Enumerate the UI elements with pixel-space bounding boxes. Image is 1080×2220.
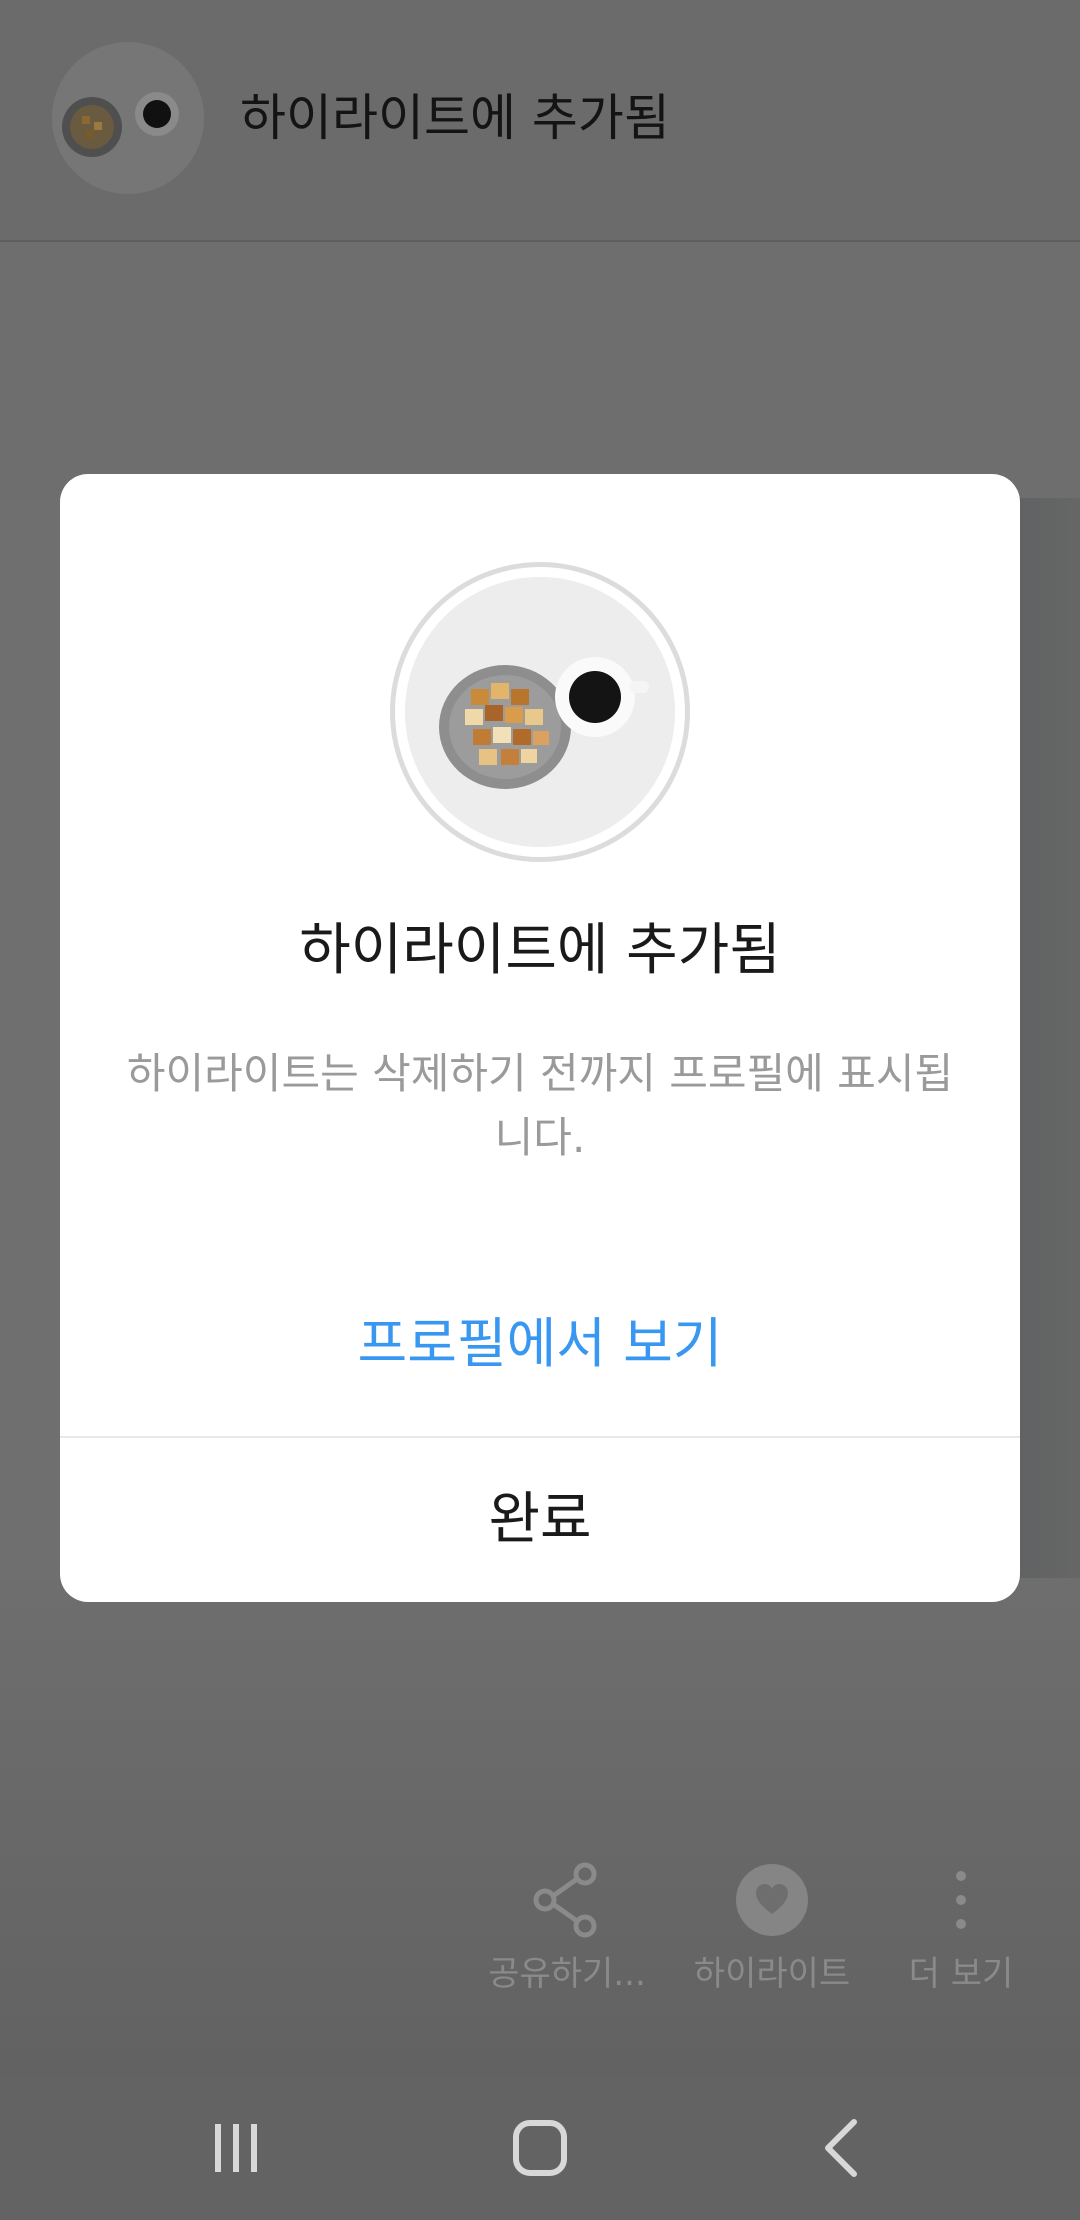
food-photo-thumbnail — [52, 42, 204, 194]
dialog-avatar — [405, 577, 675, 847]
highlight-added-dialog: 하이라이트에 추가됨 하이라이트는 삭제하기 전까지 프로필에 표시됩니다. 프… — [60, 474, 1020, 1602]
share-label: 공유하기... — [488, 1954, 646, 1994]
recent-apps-button[interactable] — [186, 2098, 286, 2198]
home-button[interactable] — [490, 2098, 590, 2198]
dialog-avatar-ring — [390, 562, 690, 862]
highlight-avatar[interactable] — [52, 42, 204, 194]
bottom-action-area — [0, 1578, 1080, 2076]
more-action[interactable]: 더 보기 — [866, 1860, 1056, 1994]
screen: 하이라이트에 추가됨 공유하기... 하이라이트 더 보기 하이라이트에 추가됨… — [0, 0, 1080, 2220]
view-on-profile-button[interactable]: 프로필에서 보기 — [60, 1284, 1020, 1404]
navigation-bar — [0, 2076, 1080, 2220]
more-vertical-icon — [956, 1871, 966, 1929]
recent-apps-icon — [215, 2124, 257, 2172]
highlight-action[interactable]: 하이라이트 — [677, 1860, 867, 1994]
top-bar-title: 하이라이트에 추가됨 — [240, 89, 670, 147]
highlight-label: 하이라이트 — [693, 1954, 851, 1994]
back-icon — [825, 2119, 857, 2177]
back-button[interactable] — [792, 2098, 892, 2198]
done-button[interactable]: 완료 — [60, 1438, 1020, 1602]
home-icon — [513, 2120, 567, 2176]
dialog-message: 하이라이트는 삭제하기 전까지 프로필에 표시됩니다. — [126, 1049, 954, 1162]
dialog-title: 하이라이트에 추가됨 — [299, 918, 781, 983]
top-bar: 하이라이트에 추가됨 — [0, 0, 1080, 242]
more-label: 더 보기 — [908, 1954, 1014, 1994]
food-photo — [405, 577, 675, 847]
share-icon — [533, 1862, 597, 1938]
share-action[interactable]: 공유하기... — [472, 1860, 662, 1994]
heart-icon — [736, 1864, 808, 1936]
